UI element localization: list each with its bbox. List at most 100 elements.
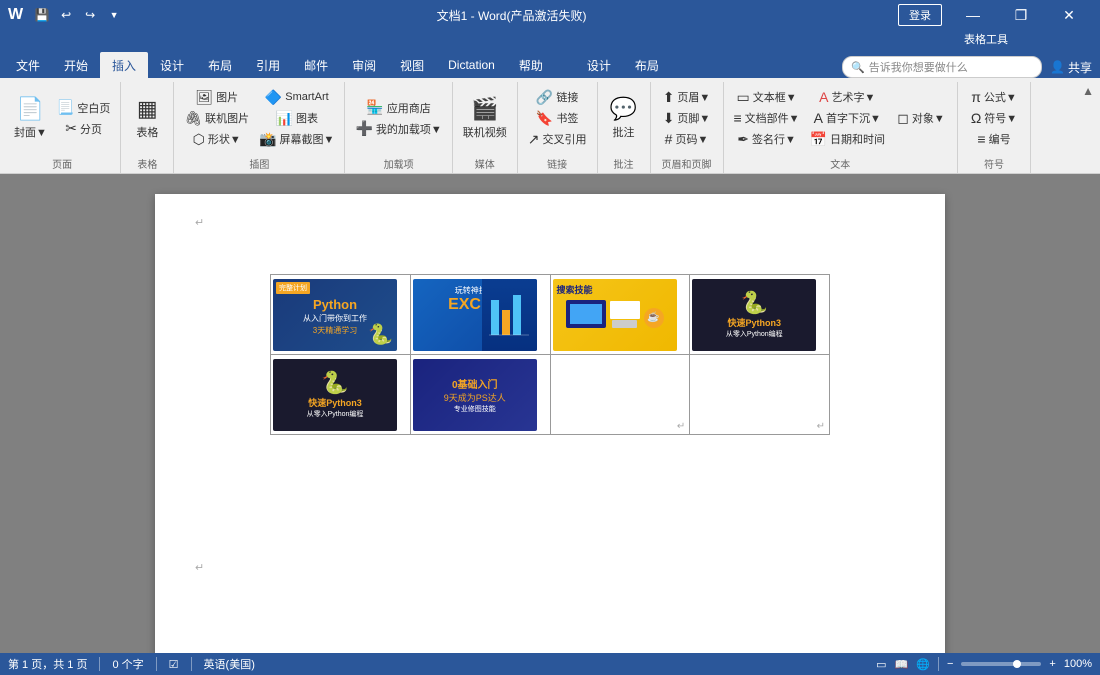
qat-customize-button[interactable]: ▼: [103, 4, 125, 26]
undo-button[interactable]: ↩: [55, 4, 77, 26]
table-tools-bar: 表格工具: [0, 30, 1100, 48]
numbering-button[interactable]: ≡ 编号: [964, 129, 1024, 149]
tab-review[interactable]: 审阅: [340, 52, 388, 78]
header-button[interactable]: ⬆ 页眉▼: [657, 87, 717, 107]
wordart-label: 艺术字▼: [832, 89, 876, 105]
statusbar-right: ▭ 📖 🌐 − + 100%: [876, 657, 1092, 671]
tab-home[interactable]: 开始: [52, 52, 100, 78]
group-page-label: 页面: [10, 154, 114, 173]
cross-ref-button[interactable]: ↗ 交叉引用: [524, 129, 591, 149]
card-python3-logo: 🐍: [741, 290, 768, 316]
page-number-icon: #: [665, 131, 673, 147]
ribbon-collapse[interactable]: ▲: [1080, 82, 1096, 173]
tab-mailings[interactable]: 邮件: [292, 52, 340, 78]
tab-view[interactable]: 视图: [388, 52, 436, 78]
group-symbols-content: π 公式▼ Ω 符号▼ ≡ 编号: [964, 82, 1024, 154]
online-picture-button[interactable]: 🖇 联机图片: [180, 108, 253, 128]
group-symbols: π 公式▼ Ω 符号▼ ≡ 编号 符号: [958, 82, 1031, 173]
my-addins-button[interactable]: ➕ 我的加载项▼: [351, 119, 445, 139]
dropcap-button[interactable]: A 首字下沉▼: [806, 108, 889, 128]
ribbon-right: 🔍 告诉我你想要做什么 👤 共享: [842, 56, 1100, 78]
zoom-slider[interactable]: [961, 662, 1041, 666]
word-count: 0 个字: [112, 656, 143, 672]
page-col: 📃 空白页 ✂ 分页: [53, 98, 114, 139]
footer-button[interactable]: ⬇ 页脚▼: [657, 108, 717, 128]
minimize-button[interactable]: —: [950, 0, 996, 30]
symbol-label: 符号▼: [984, 110, 1017, 126]
signature-label: 签名行▼: [752, 131, 796, 147]
dropcap-icon: A: [814, 110, 823, 126]
group-addins-label: 加载项: [351, 154, 445, 173]
read-view-icon[interactable]: 📖: [895, 658, 909, 671]
bookmark-button[interactable]: 🔖 书签: [524, 108, 591, 128]
redo-button[interactable]: ↪: [79, 4, 101, 26]
card-search-screen: [570, 304, 602, 324]
table-button[interactable]: ▦ 表格: [127, 90, 167, 146]
tab-insert[interactable]: 插入: [100, 52, 148, 78]
object-button[interactable]: ◻ 对象▼: [891, 108, 951, 128]
group-media-label: 媒体: [459, 154, 511, 173]
tab-layout[interactable]: 布局: [196, 52, 244, 78]
symbol-button[interactable]: Ω 符号▼: [964, 108, 1024, 128]
web-view-icon[interactable]: 🌐: [916, 658, 930, 671]
blank-page-button[interactable]: 📃 空白页: [53, 98, 114, 118]
wordart-button[interactable]: A 艺术字▼: [806, 87, 889, 107]
bookmark-label: 书签: [556, 110, 578, 126]
document-area: ↵ 完整计划 Python 从入门带你到工作 3天精通学习 🐍: [0, 174, 1100, 653]
page-number-button[interactable]: # 页码▼: [657, 129, 717, 149]
tab-dictation[interactable]: Dictation: [436, 52, 507, 78]
picture-button[interactable]: 🖼 图片: [180, 87, 253, 107]
chart-button[interactable]: 📊 图表: [255, 108, 338, 128]
group-hf-label: 页眉和页脚: [657, 154, 717, 173]
screenshot-label: 屏幕截图▼: [280, 131, 335, 147]
store-button[interactable]: 🏪 应用商店: [351, 98, 445, 118]
tab-help[interactable]: 帮助: [507, 52, 555, 78]
store-icon: 🏪: [366, 99, 383, 116]
print-view-icon[interactable]: ▭: [876, 658, 886, 671]
zoom-thumb: [1013, 660, 1021, 668]
tab-file[interactable]: 文件: [4, 52, 52, 78]
zoom-in-button[interactable]: +: [1049, 658, 1055, 670]
symbols-col: π 公式▼ Ω 符号▼ ≡ 编号: [964, 87, 1024, 149]
equation-button[interactable]: π 公式▼: [964, 87, 1024, 107]
tab-design[interactable]: 设计: [148, 52, 196, 78]
share-button[interactable]: 👤 共享: [1050, 59, 1092, 76]
link-button[interactable]: 🔗 链接: [524, 87, 591, 107]
close-button[interactable]: ✕: [1046, 0, 1092, 30]
cover-button[interactable]: 📄 封面▼: [10, 90, 51, 146]
datetime-button[interactable]: 📅 日期和时间: [806, 129, 889, 149]
table-tools-label: 表格工具: [952, 29, 1020, 49]
group-table-label: 表格: [127, 154, 167, 173]
table-label: 表格: [136, 124, 158, 140]
signature-button[interactable]: ✒ 签名行▼: [730, 129, 804, 149]
tab-table-design[interactable]: 设计: [575, 52, 623, 78]
shape-button[interactable]: ⬡ 形状▼: [180, 129, 253, 149]
card-python3-dark: 🐍 快速Python3 从零入Python编程: [692, 279, 816, 351]
excel-chart-svg: [489, 290, 529, 340]
screenshot-button[interactable]: 📸 屏幕截图▼: [255, 129, 338, 149]
page-break-button[interactable]: ✂ 分页: [53, 119, 114, 139]
object-label: 对象▼: [912, 110, 945, 126]
textbox-button[interactable]: ▭ 文本框▼: [730, 87, 804, 107]
quick-access-toolbar: 💾 ↩ ↪ ▼: [31, 4, 125, 26]
save-button[interactable]: 💾: [31, 4, 53, 26]
page-break-icon: ✂: [65, 120, 77, 137]
restore-button[interactable]: ❐: [998, 0, 1044, 30]
ribbon-panel: 📄 封面▼ 📃 空白页 ✂ 分页 页面 ▦ 表格 表格: [0, 78, 1100, 174]
comment-button[interactable]: 💬 批注: [604, 90, 644, 146]
tab-table-layout[interactable]: 布局: [623, 52, 671, 78]
zoom-out-button[interactable]: −: [947, 658, 953, 670]
return-mark-2-4: ↵: [817, 421, 825, 432]
statusbar: 第 1 页，共 1 页 0 个字 ☑ 英语(美国) ▭ 📖 🌐 − + 100%: [0, 653, 1100, 675]
smartart-button[interactable]: 🔷 SmartArt: [255, 87, 338, 107]
group-text-label: 文本: [730, 154, 952, 173]
login-button[interactable]: 登录: [898, 4, 942, 26]
docparts-button[interactable]: ≡ 文档部件▼: [730, 108, 804, 128]
wordart-icon: A: [819, 89, 828, 105]
online-video-button[interactable]: 🎬 联机视频: [459, 90, 511, 146]
zoom-level[interactable]: 100%: [1064, 658, 1092, 670]
tab-references[interactable]: 引用: [244, 52, 292, 78]
search-box[interactable]: 🔍 告诉我你想要做什么: [842, 56, 1042, 78]
cross-ref-label: 交叉引用: [543, 131, 587, 147]
blank-page-icon: 📃: [57, 99, 74, 116]
